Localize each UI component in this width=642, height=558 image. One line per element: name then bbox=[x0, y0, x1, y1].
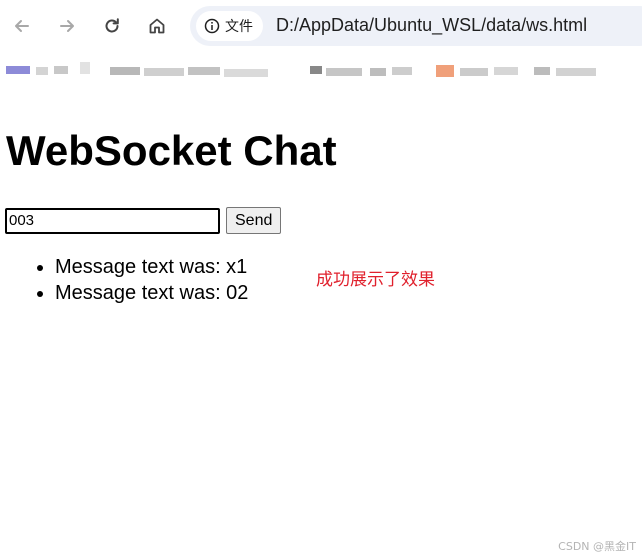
bookmarks-bar bbox=[0, 58, 642, 88]
home-button[interactable] bbox=[143, 12, 171, 40]
forward-button[interactable] bbox=[53, 12, 81, 40]
arrow-right-icon bbox=[60, 20, 74, 32]
bookmark-item[interactable] bbox=[110, 67, 140, 75]
send-button[interactable]: Send bbox=[226, 207, 282, 234]
message-form: Send bbox=[5, 207, 282, 234]
bookmark-item[interactable] bbox=[436, 65, 454, 77]
watermark: CSDN @黑金IT bbox=[558, 540, 636, 553]
info-icon bbox=[204, 18, 220, 34]
address-bar[interactable]: 文件 D:/AppData/Ubuntu_WSL/data/ws.html bbox=[190, 6, 642, 46]
message-list: Message text was: x1 Message text was: 0… bbox=[0, 254, 248, 306]
site-info-label: 文件 bbox=[225, 19, 253, 35]
message-item: Message text was: 02 bbox=[55, 280, 248, 306]
reload-button[interactable] bbox=[98, 12, 126, 40]
page-title: WebSocket Chat bbox=[6, 127, 337, 174]
url-text[interactable]: D:/AppData/Ubuntu_WSL/data/ws.html bbox=[276, 15, 587, 36]
message-input[interactable] bbox=[5, 207, 220, 234]
message-item: Message text was: x1 bbox=[55, 254, 248, 280]
back-button[interactable] bbox=[8, 12, 36, 40]
arrow-left-icon bbox=[15, 20, 29, 32]
home-icon bbox=[149, 18, 165, 34]
reload-icon bbox=[105, 18, 119, 33]
site-info-chip[interactable]: 文件 bbox=[196, 11, 263, 41]
bookmark-item[interactable] bbox=[6, 66, 30, 74]
bookmark-item[interactable] bbox=[310, 66, 322, 74]
annotation-text: 成功展示了效果 bbox=[316, 270, 435, 290]
browser-toolbar: 文件 D:/AppData/Ubuntu_WSL/data/ws.html bbox=[0, 0, 642, 54]
